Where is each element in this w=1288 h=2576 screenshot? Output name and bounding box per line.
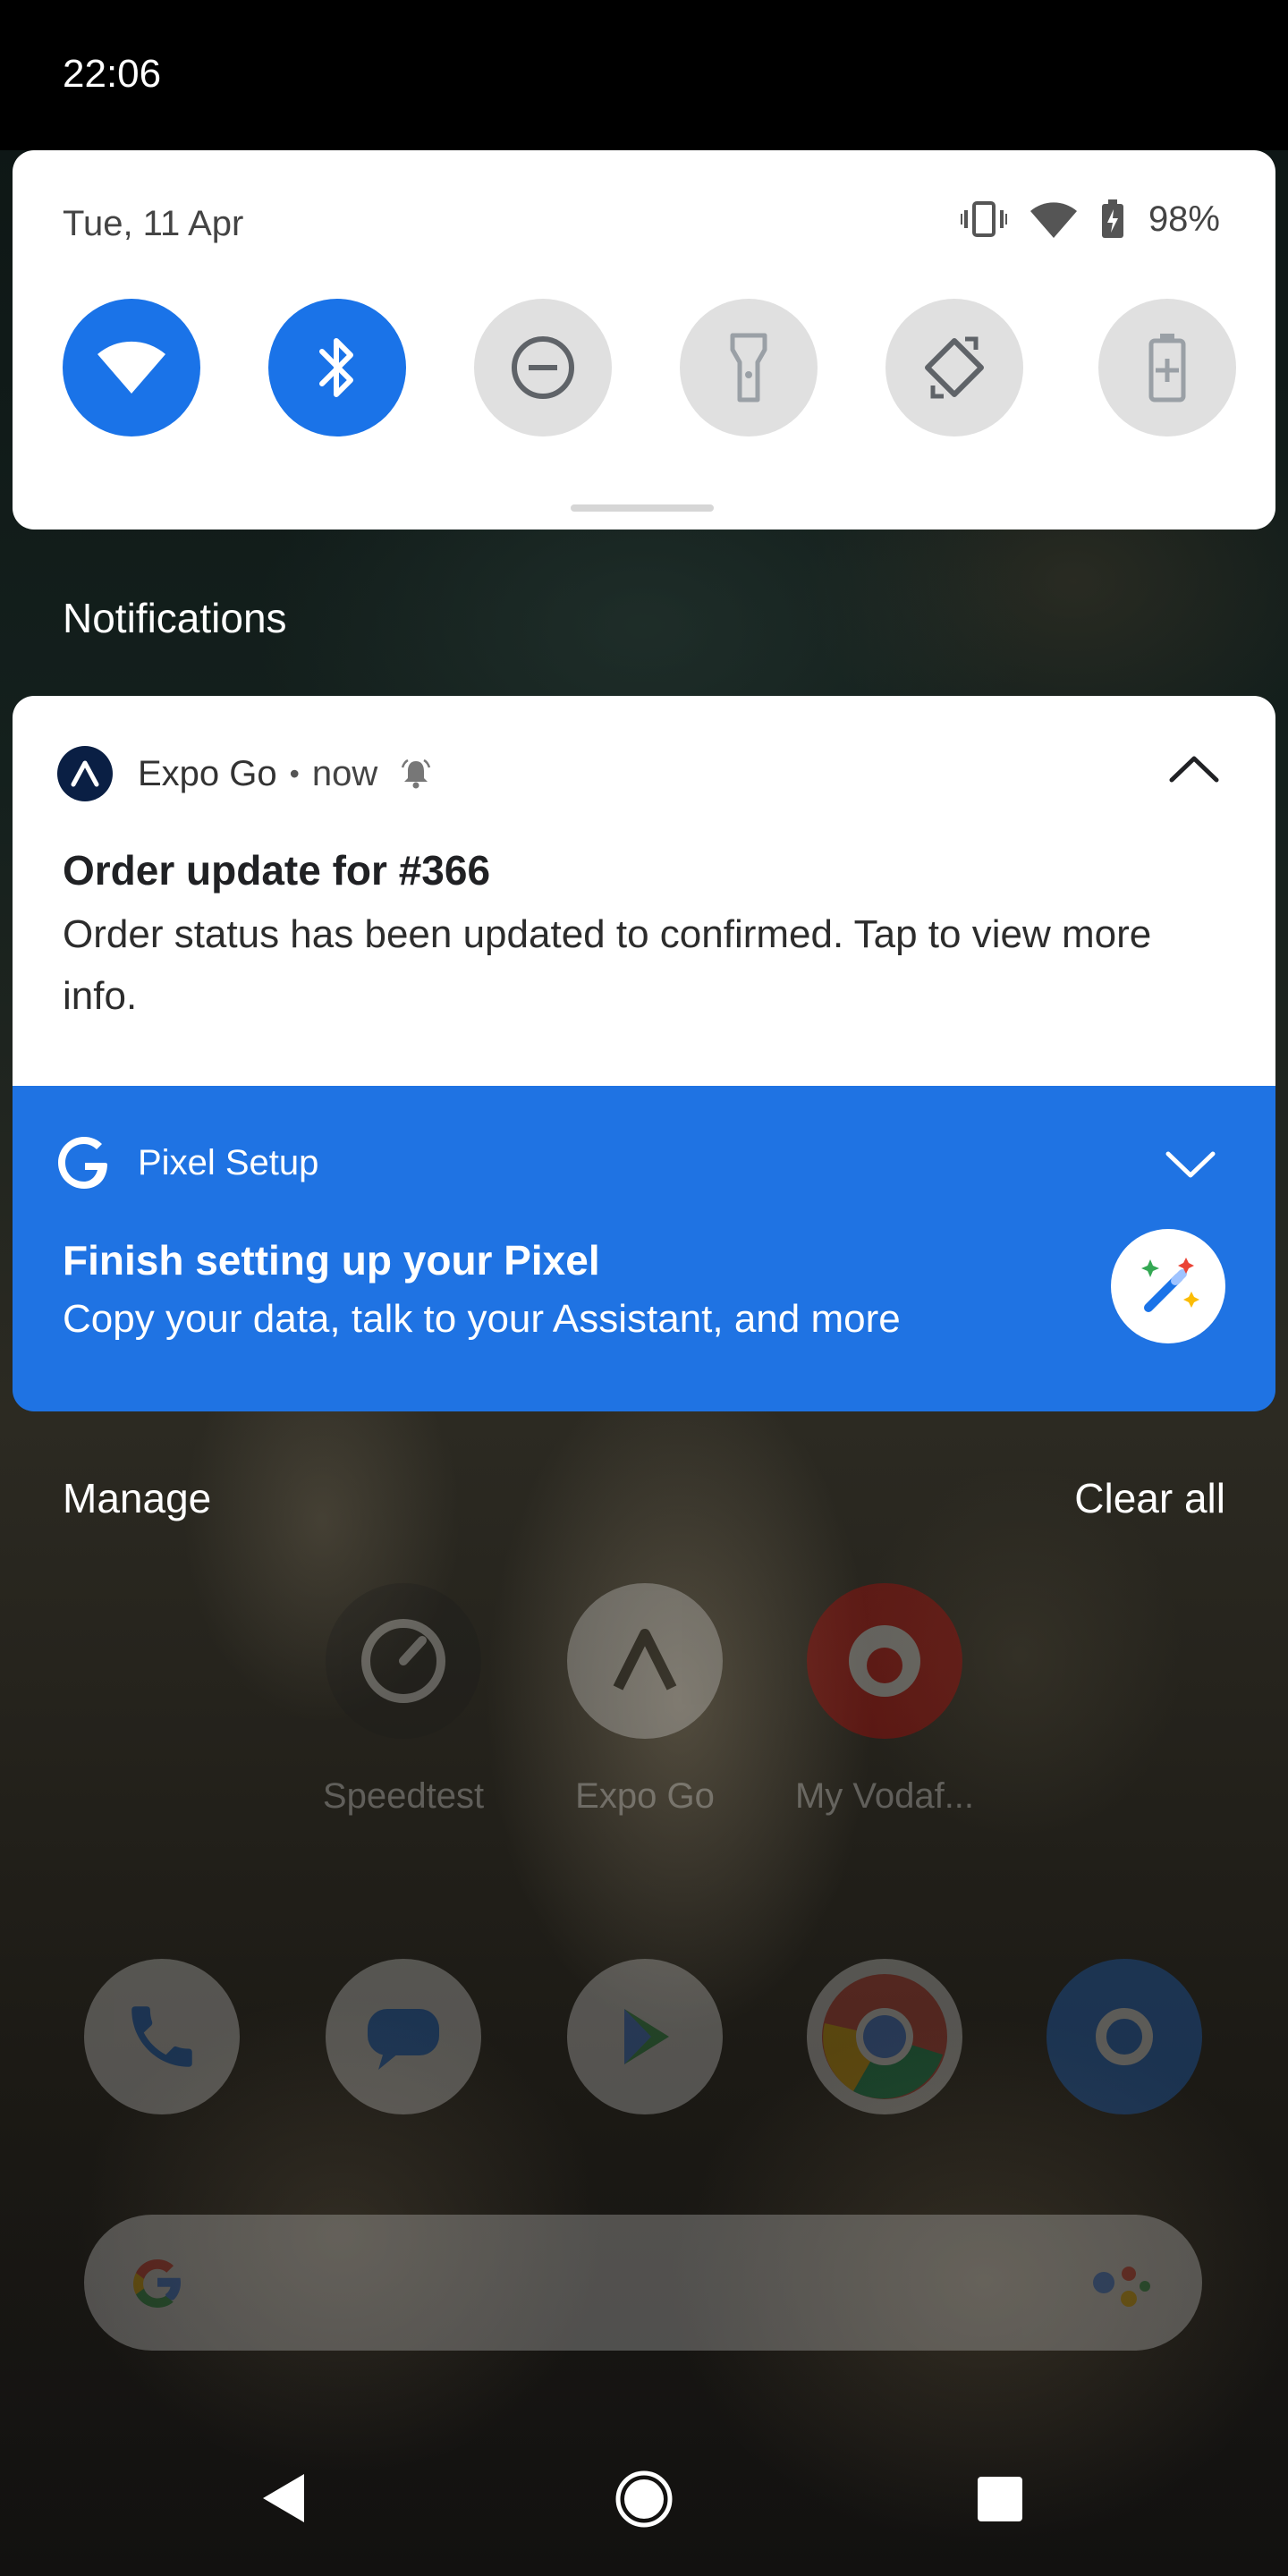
wifi-icon — [97, 341, 165, 394]
app-label-speedtest: Speedtest — [322, 1776, 485, 1816]
vodafone-app-icon — [807, 1583, 962, 1739]
app-label-expo-go: Expo Go — [575, 1776, 715, 1816]
battery-charging-icon — [1101, 199, 1123, 238]
expo-app-icon — [57, 746, 113, 801]
app-label-vodafone: My Vodaf... — [794, 1776, 975, 1816]
wifi-tile[interactable] — [63, 299, 200, 436]
messages-app-icon — [326, 1959, 481, 2114]
notification-app-name: Pixel Setup — [138, 1142, 319, 1182]
home-icon[interactable] — [614, 2469, 674, 2529]
speedtest-app-icon — [326, 1583, 481, 1739]
notification-body: Copy your data, talk to your Assistant, … — [63, 1297, 901, 1341]
notification-time: now — [311, 753, 378, 793]
phone-app-icon — [84, 1959, 240, 2114]
expand-chevron-down-icon[interactable] — [1165, 1150, 1216, 1181]
google-search-bar — [84, 2215, 1202, 2351]
pixel-setup-notification[interactable]: Pixel Setup Finish setting up your Pixel… — [13, 1086, 1275, 1411]
flashlight-tile[interactable] — [680, 299, 818, 436]
battery-saver-icon — [1148, 334, 1186, 402]
notification-app-name: Expo Go — [138, 753, 277, 793]
back-icon[interactable] — [256, 2467, 309, 2529]
do-not-disturb-tile[interactable] — [474, 299, 612, 436]
status-clock: 22:06 — [63, 52, 162, 96]
notification-header-row: Pixel Setup — [57, 1136, 318, 1190]
notifications-header: Notifications — [63, 595, 287, 641]
battery-percent: 98% — [1148, 199, 1220, 239]
do-not-disturb-icon — [512, 336, 574, 399]
alert-bell-icon — [402, 758, 431, 789]
collapse-chevron-up-icon[interactable] — [1168, 753, 1220, 784]
notification-title: Order update for #366 — [63, 847, 491, 894]
notification-header-row: Expo Go • now — [57, 746, 431, 801]
recents-icon[interactable] — [975, 2474, 1025, 2524]
vibrate-icon — [960, 201, 1007, 237]
settings-app-icon — [1046, 1959, 1202, 2114]
qs-drag-handle[interactable] — [571, 504, 714, 512]
chrome-app-icon — [807, 1959, 962, 2114]
wifi-status-icon — [1030, 202, 1077, 238]
auto-rotate-icon — [925, 336, 984, 399]
battery-saver-tile[interactable] — [1098, 299, 1236, 436]
navigation-bar — [0, 2433, 1288, 2576]
google-g-icon — [58, 1137, 107, 1189]
bluetooth-icon — [319, 338, 353, 397]
flashlight-icon — [730, 333, 767, 402]
magic-wand-icon — [1111, 1229, 1225, 1343]
qs-status-icons: 98% — [960, 199, 1220, 240]
notification-title: Finish setting up your Pixel — [63, 1237, 600, 1284]
auto-rotate-tile[interactable] — [886, 299, 1023, 436]
bluetooth-tile[interactable] — [268, 299, 406, 436]
play-store-app-icon — [567, 1959, 723, 2114]
quick-settings-panel[interactable]: Tue, 11 Apr 98% — [13, 150, 1275, 530]
expo-go-app-icon — [567, 1583, 723, 1739]
separator-dot: • — [289, 757, 300, 790]
qs-date[interactable]: Tue, 11 Apr — [63, 204, 243, 244]
status-bar: 22:06 — [0, 0, 1288, 150]
notification-body: Order status has been updated to confirm… — [63, 912, 1152, 1018]
quick-settings-tiles — [63, 299, 1236, 436]
clear-all-button[interactable]: Clear all — [1074, 1474, 1225, 1522]
expo-go-notification[interactable]: Expo Go • now Order update for #366 Orde… — [13, 696, 1275, 1086]
manage-button[interactable]: Manage — [63, 1474, 211, 1522]
